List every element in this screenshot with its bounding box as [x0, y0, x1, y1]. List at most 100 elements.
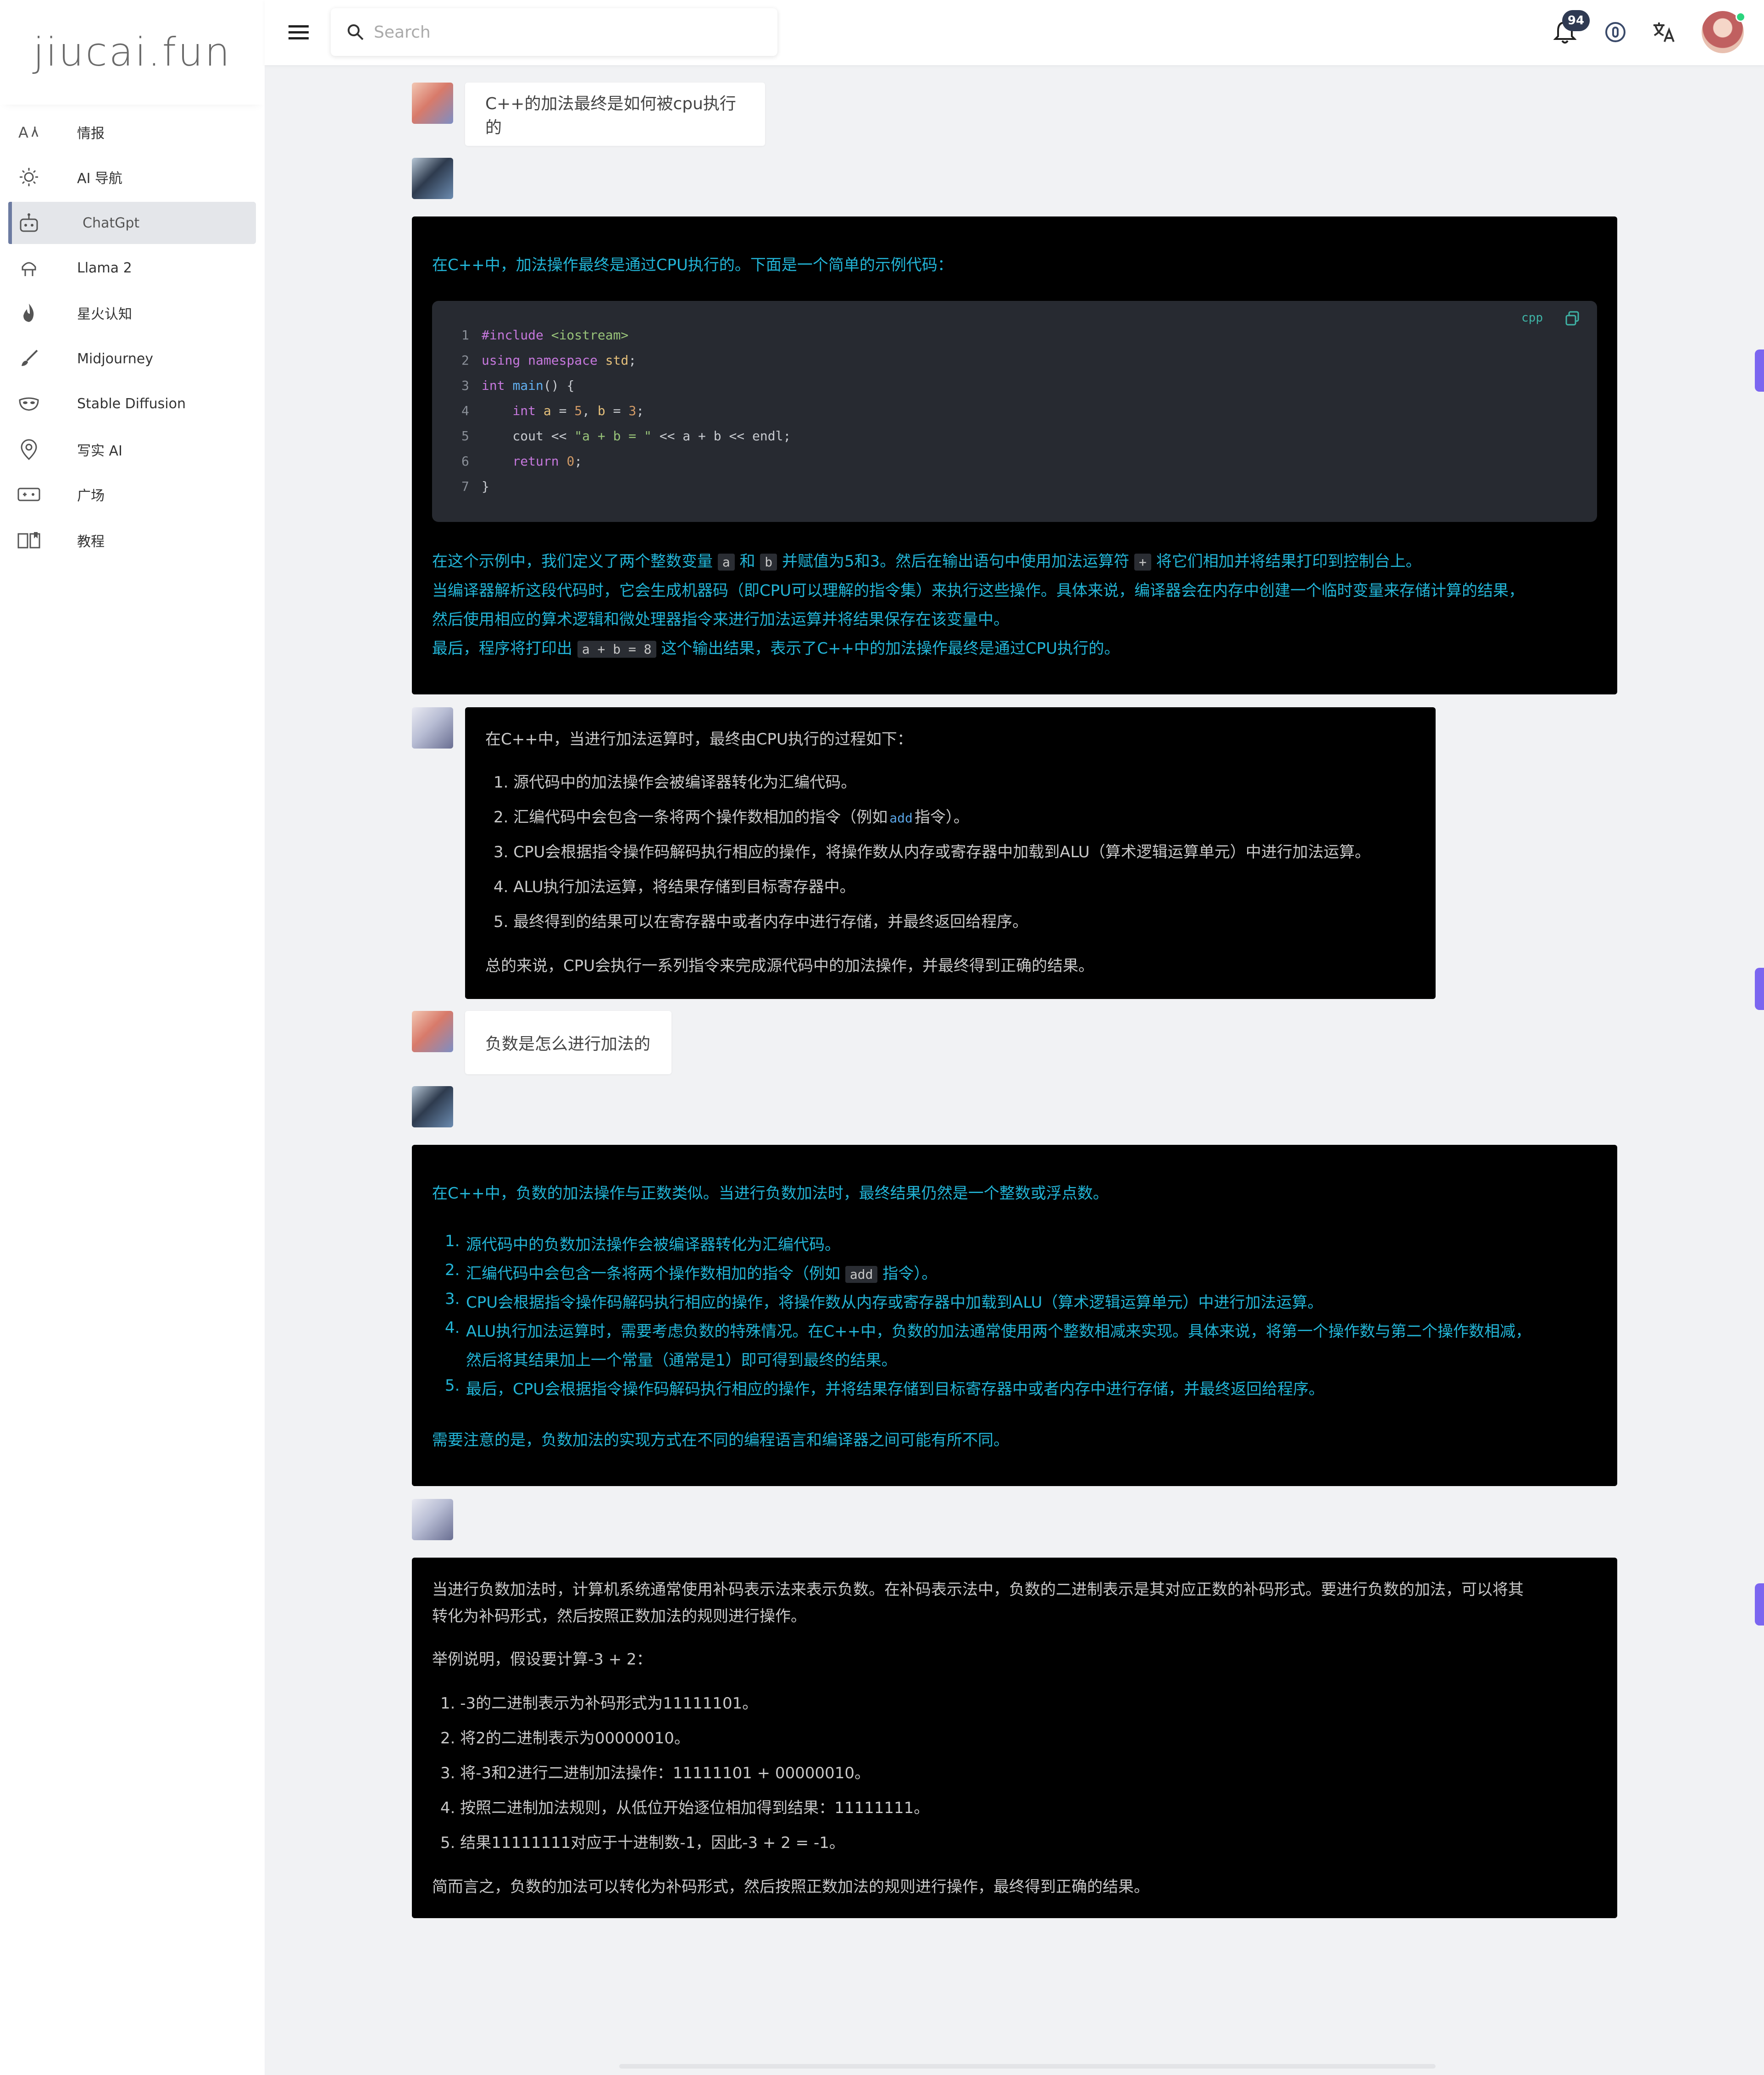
list-item: 汇编代码中会包含一条将两个操作数相加的指令（例如 add 指令）。 [466, 1265, 937, 1283]
sidebar-item-label: 情报 [77, 126, 105, 142]
horizontal-scrollbar[interactable] [619, 2064, 1436, 2069]
sidebar-item-realistic-ai[interactable]: 写实 AI [8, 428, 256, 471]
paragraph: 在这个示例中，我们定义了两个整数变量 a 和 b 并赋值为5和3。然后在输出语句… [432, 552, 1421, 571]
message-summary: 总的来说，CPU会执行一系列指令来完成源代码中的加法操作，并最终得到正确的结果。 [485, 957, 1094, 975]
list-item: ALU执行加法运算时，需要考虑负数的特殊情况。在C++中，负数的加法通常使用两个… [466, 1322, 1531, 1341]
inline-code: + [1134, 554, 1151, 571]
sidebar-item-llama2[interactable]: Llama 2 [8, 247, 256, 289]
inline-code: a + b = 8 [577, 641, 656, 658]
brush-icon [15, 344, 43, 373]
list-item: 5. 最终得到的结果可以在寄存器中或者内存中进行存储，并最终返回给程序。 [494, 913, 1028, 931]
user-avatar-small [412, 83, 453, 124]
sidebar-item-ai-nav[interactable]: AI 导航 [8, 156, 256, 198]
sidebar: jiucai.fun A 情报 AI 导航 ChatGpt Llama 2 星火… [0, 0, 265, 2075]
logo[interactable]: jiucai.fun [0, 0, 265, 105]
list-item: 源代码中的负数加法操作会被编译器转化为汇编代码。 [466, 1236, 840, 1254]
notification-badge: 94 [1562, 10, 1590, 31]
paragraph: 举例说明，假设要计算-3 + 2： [432, 1650, 652, 1669]
paragraph: 当编译器解析这段代码时，它会生成机器码（即CPU可以理解的指令集）来执行这些操作… [432, 582, 1525, 600]
sidebar-item-label: ChatGpt [83, 215, 140, 231]
sidebar-item-label: Stable Diffusion [77, 395, 186, 412]
code-block: cpp 1 #include <iostream> 2 using namespac… [432, 301, 1597, 522]
bot-avatar [412, 1086, 453, 1127]
list-number: 3. [445, 1290, 460, 1308]
bot-avatar [412, 158, 453, 199]
user-avatar-small [412, 1011, 453, 1052]
message-text: C++的加法最终是如何被cpu执行的 [485, 94, 736, 137]
sidebar-item-label: Llama 2 [77, 260, 132, 276]
user-message: 负数是怎么进行加法的 [465, 1011, 671, 1074]
sun-gear-icon [15, 163, 43, 191]
paragraph: 最后，程序将打印出 a + b = 8 这个输出结果，表示了C++中的加法操作最… [432, 639, 1120, 658]
code-line: 6 return 0; [461, 454, 582, 469]
translate-icon[interactable] [1649, 17, 1679, 47]
side-panel-tab[interactable] [1755, 1583, 1764, 1626]
message-intro: 在C++中，当进行加法运算时，最终由CPU执行的过程如下： [485, 730, 913, 749]
code-language-label: cpp [1521, 311, 1543, 325]
list-item: 2. 汇编代码中会包含一条将两个操作数相加的指令（例如 add 指令）。 [494, 808, 969, 827]
sidebar-item-label: 广场 [77, 488, 105, 504]
list-number: 1. [445, 1232, 460, 1250]
coin-icon[interactable] [1601, 17, 1630, 47]
pin-brain-icon [15, 435, 43, 464]
code-line: 3 int main() { [461, 378, 575, 393]
search-box[interactable] [331, 8, 777, 56]
list-item: 5. 结果11111111对应于十进制数-1，因此-3 + 2 = -1。 [440, 1834, 845, 1852]
code-line: 7} [461, 479, 489, 494]
list-number: 5. [445, 1376, 460, 1395]
top-bar [265, 0, 1764, 65]
sidebar-item-qingbao[interactable]: A 情报 [8, 111, 256, 153]
user-message: C++的加法最终是如何被cpu执行的 [465, 83, 765, 146]
code-line: 4 int a = 5, b = 3; [461, 403, 644, 418]
bot-avatar [412, 1499, 453, 1540]
list-item: CPU会根据指令操作码解码执行相应的操作，将操作数从内存或寄存器中加载到ALU（… [466, 1293, 1323, 1312]
message-intro: 在C++中，负数的加法操作与正数类似。当进行负数加法时，最终结果仍然是一个整数或… [432, 1184, 1109, 1203]
message-text: 负数是怎么进行加法的 [485, 1035, 651, 1054]
list-number: 4. [445, 1319, 460, 1337]
sidebar-item-label: 星火认知 [77, 306, 132, 322]
sidebar-item-plaza[interactable]: 广场 [8, 473, 256, 516]
sidebar-item-tutorial[interactable]: 教程 [8, 519, 256, 561]
code-line: 2 using namespace std; [461, 353, 637, 368]
code-line: 5 cout << "a + b = " << a + b << endl; [461, 428, 791, 444]
text-transform-icon: A [15, 118, 43, 146]
bot-message: 在C++中，负数的加法操作与正数类似。当进行负数加法时，最终结果仍然是一个整数或… [412, 1145, 1617, 1486]
inline-code: add [845, 1266, 878, 1283]
paragraph: 然后使用相应的算术逻辑和微处理器指令来进行加法运算并将结果保存在该变量中。 [432, 610, 1009, 629]
sidebar-item-label: AI 导航 [77, 171, 122, 187]
code-line: 1 #include <iostream> [461, 327, 629, 343]
sidebar-item-stable-diffusion[interactable]: Stable Diffusion [8, 383, 256, 425]
sidebar-item-xinghuo[interactable]: 星火认知 [8, 292, 256, 334]
list-item-continued: 然后将其结果加上一个常量（通常是1）即可得到最终的结果。 [466, 1351, 897, 1370]
menu-icon[interactable] [286, 19, 311, 45]
list-item: 1. 源代码中的加法操作会被编译器转化为汇编代码。 [494, 773, 857, 792]
search-icon [344, 21, 366, 43]
message-summary: 简而言之，负数的加法可以转化为补码形式，然后按照正数加法的规则进行操作，最终得到… [432, 1878, 1149, 1896]
list-item: 4. ALU执行加法运算，将结果存储到目标寄存器中。 [494, 878, 855, 896]
sidebar-item-midjourney[interactable]: Midjourney [8, 338, 256, 380]
list-item: 2. 将2的二进制表示为00000010。 [440, 1729, 690, 1748]
paragraph: 转化为补码形式，然后按照正数加法的规则进行操作。 [432, 1607, 806, 1626]
inline-code: add [889, 810, 913, 826]
book-icon [15, 526, 43, 555]
list-item: 最后，CPU会根据指令操作码解码执行相应的操作，并将结果存储到目标寄存器中或者内… [466, 1380, 1325, 1398]
sidebar-item-chatgpt[interactable]: ChatGpt [8, 202, 256, 244]
copy-icon[interactable] [1563, 309, 1581, 327]
paragraph: 当进行负数加法时，计算机系统通常使用补码表示法来表示负数。在补码表示法中，负数的… [432, 1581, 1524, 1599]
message-intro: 在C++中，加法操作最终是通过CPU执行的。下面是一个简单的示例代码： [432, 256, 953, 274]
gamepad-icon [15, 480, 43, 509]
search-input[interactable] [373, 22, 751, 42]
flame-icon [15, 299, 43, 327]
side-panel-tab[interactable] [1755, 968, 1764, 1010]
list-item: 4. 按照二进制加法规则，从低位开始逐位相加得到结果：11111111。 [440, 1799, 930, 1817]
mask-icon [15, 389, 43, 418]
list-item: 1. -3的二进制表示为补码形式为11111101。 [440, 1694, 758, 1713]
bot-message: 在C++中，加法操作最终是通过CPU执行的。下面是一个简单的示例代码： cpp … [412, 216, 1617, 694]
bot-avatar [412, 707, 453, 749]
side-panel-tab[interactable] [1755, 350, 1764, 392]
robot-icon [15, 209, 43, 237]
message-note: 需要注意的是，负数加法的实现方式在不同的编程语言和编译器之间可能有所不同。 [432, 1431, 1009, 1449]
sidebar-item-label: Midjourney [77, 350, 153, 367]
sidebar-item-label: 教程 [77, 534, 105, 550]
bot-message: 当进行负数加法时，计算机系统通常使用补码表示法来表示负数。在补码表示法中，负数的… [412, 1558, 1617, 1918]
